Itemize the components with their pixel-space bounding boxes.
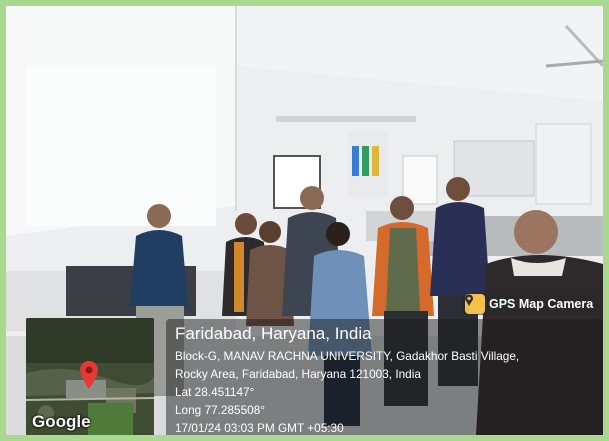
map-thumbnail: Google	[26, 318, 154, 435]
longitude: Long 77.285508°	[175, 403, 266, 417]
map-pin-icon	[465, 294, 485, 314]
gps-map-camera-badge: GPS Map Camera	[462, 293, 600, 315]
address-line-2: Rocky Area, Faridabad, Haryana 121003, I…	[175, 367, 421, 381]
badge-label: GPS Map Camera	[489, 297, 594, 311]
address-line-1: Block-G, MANAV RACHNA UNIVERSITY, Gadakh…	[175, 349, 520, 363]
datetime: 17/01/24 03:03 PM GMT +05:30	[175, 421, 344, 435]
location-info-panel: Faridabad, Haryana, India Block-G, MANAV…	[166, 319, 603, 435]
location-title: Faridabad, Haryana, India	[175, 324, 372, 343]
photo: GPS Map Camera Google Faridabad, Haryana…	[6, 6, 603, 435]
latitude: Lat 28.451147°	[175, 385, 255, 399]
google-logo: Google	[32, 412, 91, 431]
